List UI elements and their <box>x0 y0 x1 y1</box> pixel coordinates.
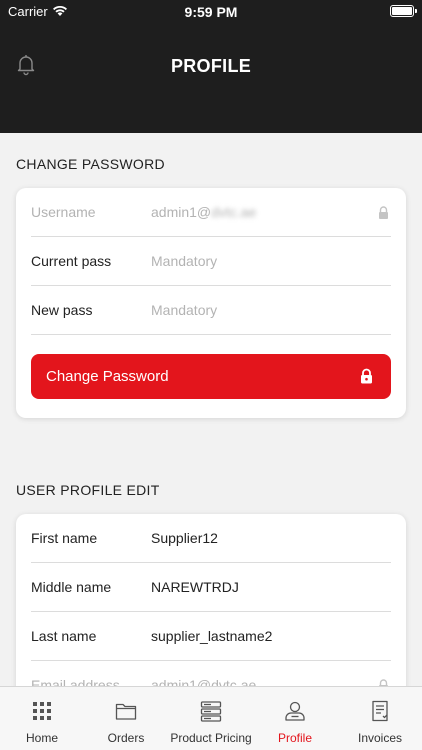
new-pass-label: New pass <box>31 302 93 318</box>
current-pass-label: Current pass <box>31 253 112 269</box>
tab-orders-label: Orders <box>107 731 145 745</box>
user-icon <box>285 701 305 721</box>
middle-name-label: Middle name <box>31 579 112 595</box>
tab-invoices-label: Invoices <box>357 731 403 745</box>
last-name-label: Last name <box>31 628 97 644</box>
current-pass-field[interactable]: Mandatory <box>151 253 217 269</box>
grid-icon <box>33 702 51 720</box>
change-password-card: Username admin1@dvtc.ae Current pass Man… <box>16 188 406 418</box>
middle-name-row[interactable]: Middle name NAREWTRDJ <box>31 563 391 612</box>
status-time: 9:59 PM <box>184 4 238 20</box>
tab-product-pricing-label: Product Pricing <box>170 731 252 745</box>
current-pass-row[interactable]: Current pass Mandatory <box>31 237 391 286</box>
change-password-button-label: Change Password <box>46 368 169 385</box>
change-password-button[interactable]: Change Password <box>31 354 391 399</box>
profile-edit-section-title: USER PROFILE EDIT <box>16 482 160 498</box>
tab-product-pricing[interactable]: Product Pricing <box>169 687 253 750</box>
tab-orders[interactable]: Orders <box>84 687 168 750</box>
page-title: PROFILE <box>170 56 252 76</box>
change-password-section-title: CHANGE PASSWORD <box>16 156 165 172</box>
lock-icon <box>379 206 388 219</box>
first-name-label: First name <box>31 530 98 546</box>
tab-profile-label: Profile <box>277 731 312 745</box>
tab-invoices[interactable]: Invoices <box>338 687 422 750</box>
new-pass-field[interactable]: Mandatory <box>151 302 217 318</box>
app-header: PROFILE <box>0 22 422 133</box>
status-bar: Carrier 9:59 PM <box>0 0 422 22</box>
username-label: Username <box>31 204 96 220</box>
first-name-row[interactable]: First name Supplier12 <box>31 514 391 563</box>
tab-profile[interactable]: Profile <box>253 687 337 750</box>
middle-name-field[interactable]: NAREWTRDJ <box>151 579 239 595</box>
first-name-field[interactable]: Supplier12 <box>151 530 218 546</box>
last-name-row[interactable]: Last name supplier_lastname2 <box>31 612 391 661</box>
server-icon <box>200 701 222 722</box>
username-obscured-text: dvtc.ae <box>211 204 257 220</box>
tab-home-label: Home <box>25 731 58 745</box>
new-pass-row[interactable]: New pass Mandatory <box>31 286 391 335</box>
last-name-field[interactable]: supplier_lastname2 <box>151 628 272 644</box>
tab-home[interactable]: Home <box>0 687 84 750</box>
document-icon <box>372 700 388 722</box>
lock-icon <box>361 368 372 384</box>
username-value: admin1@dvtc.ae <box>151 204 257 220</box>
folder-icon <box>115 703 137 720</box>
battery-icon <box>390 5 417 17</box>
username-row: Username admin1@dvtc.ae <box>31 188 391 237</box>
bottom-tab-bar: Home Orders Product Pricing Profile Invo… <box>0 686 422 750</box>
